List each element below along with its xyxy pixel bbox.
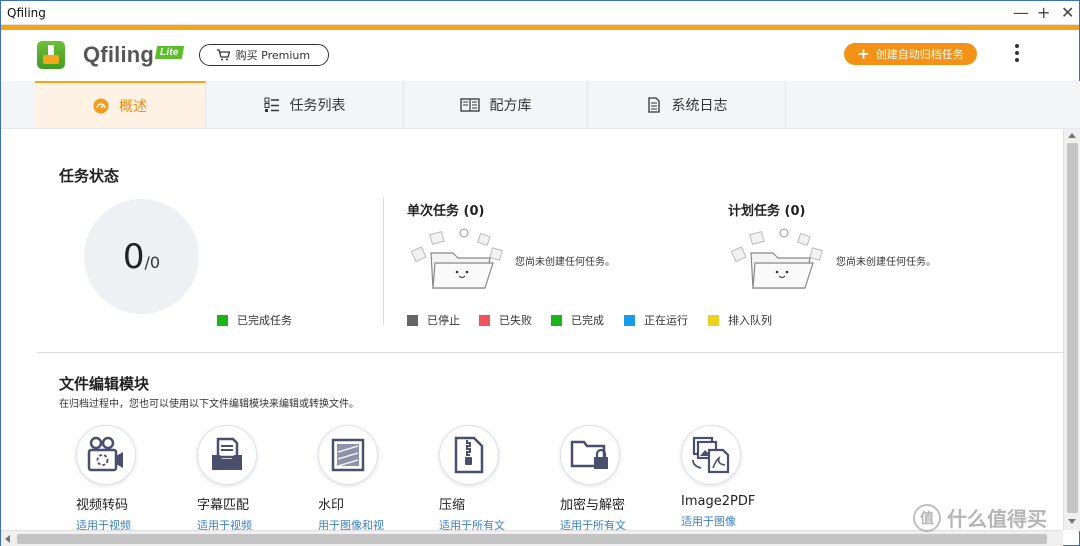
single-tasks-empty-note: 您尚未创建任何任务。 [515,257,615,268]
qfiling-logo-icon [37,41,65,69]
single-tasks-title: 单次任务 (0) [407,204,485,219]
tab-task-list[interactable]: 任务列表 [206,81,404,128]
task-count-circle: 0 /0 [84,199,199,314]
vertical-divider [383,197,384,325]
module-name: Image2PDF [681,494,756,509]
modules-title: 文件编辑模块 [59,375,150,393]
done-count: 0 [122,236,145,277]
watermark-icon [331,438,365,472]
tab-task-list-label: 任务列表 [289,97,346,114]
empty-folder-illustration [410,228,503,289]
module-name: 视频转码 [76,498,129,513]
legend-stopped: 已停止 [407,312,460,328]
dashboard-gauge-icon [93,98,109,113]
horizontal-divider [37,352,1063,353]
minimize-button[interactable]: — [1013,4,1029,21]
create-task-label: 创建自动归档任务 [875,48,964,61]
edition-badge: Lite [154,46,184,59]
scheduled-tasks-title: 计划任务 (0) [728,204,806,219]
log-document-icon [647,96,660,113]
buy-premium-label: 购买 Premium [235,49,311,62]
empty-folder-illustration [730,228,823,289]
tab-recipe-library-label: 配方库 [489,97,532,114]
app-header: Qfiling Lite 购买 Premium + 创建自动归档任务 [1,30,1079,80]
recipe-book-icon [459,97,480,112]
scroll-left-icon[interactable] [5,535,10,543]
scheduled-tasks-empty-note: 您尚未创建任何任务。 [836,257,936,268]
vertical-scroll-thumb[interactable] [1067,143,1078,513]
title-bar: Qfiling — + ✕ [1,1,1079,25]
close-button[interactable]: ✕ [1061,4,1074,21]
video-camera-icon [87,436,123,472]
image-to-pdf-icon [692,436,730,474]
buy-premium-button[interactable]: 购买 Premium [198,44,330,66]
app-window: Qfiling — + ✕ Qfiling Lite 购买 Premium + 创… [0,0,1080,546]
tab-overview[interactable]: 概述 [35,81,206,128]
horizontal-scroll-thumb[interactable] [17,534,1047,544]
legend-queued: 排入队列 [708,312,772,328]
legend-completed: 已完成 [551,312,604,328]
vertical-scrollbar[interactable] [1063,129,1080,530]
module-compress[interactable]: 压缩 适用于所有文 [439,425,549,533]
tab-recipe-library[interactable]: 配方库 [404,81,588,128]
module-name: 加密与解密 [560,498,626,513]
window-title: Qfiling [7,5,46,20]
module-name: 字幕匹配 [197,498,250,513]
main-tabs: 概述 任务列表 配方库 系统日志 [1,81,1080,129]
window-controls: — + ✕ [1013,4,1074,21]
brand-name: Qfiling Lite [83,42,184,68]
tab-system-log-label: 系统日志 [671,97,728,114]
scroll-up-icon[interactable] [1068,133,1076,138]
task-status-title: 任务状态 [59,167,120,185]
subtitle-tray-icon [212,437,242,470]
module-name: 压缩 [439,498,466,513]
legend-running: 正在运行 [624,312,688,328]
lock-folder-icon [570,440,608,469]
legend-failed: 已失败 [479,312,532,328]
task-list-icon [264,97,279,112]
scroll-down-icon[interactable] [1068,519,1076,524]
module-video-transcode[interactable]: 视频转码 适用于视频 [76,425,186,533]
module-subtitle-match[interactable]: 字幕匹配 适用于视频 [197,425,307,533]
total-count: /0 [144,253,161,272]
module-image2pdf[interactable]: Image2PDF 适用于图像 [681,425,791,529]
tab-system-log[interactable]: 系统日志 [588,81,786,128]
module-watermark[interactable]: 水印 用于图像和视 [318,425,428,533]
cart-icon [216,49,230,61]
module-desc: 适用于图像 [681,515,736,528]
create-auto-archive-task-button[interactable]: + 创建自动归档任务 [844,43,977,65]
completed-legend: 已完成任务 [217,312,292,328]
zip-file-icon [454,436,484,474]
overview-panel: 任务状态 0 /0 已完成任务 单次任务 (0) 您尚未创建任何任务。 计划任务… [1,129,1080,533]
site-watermark: 值 什么值得买 [913,503,1047,532]
watermark-logo-icon: 值 [913,503,941,532]
modules-subtitle: 在归档过程中，您也可以使用以下文件编辑模块来编辑或转换文件。 [59,399,359,410]
more-menu-icon[interactable] [1013,44,1021,62]
plus-icon: + [857,44,870,63]
legend-swatch [217,314,228,326]
tab-overview-label: 概述 [119,98,147,115]
maximize-button[interactable]: + [1037,4,1050,21]
horizontal-scrollbar[interactable] [1,530,1063,546]
module-name: 水印 [318,498,345,513]
module-encrypt-decrypt[interactable]: 加密与解密 适用于所有文 [560,425,670,533]
